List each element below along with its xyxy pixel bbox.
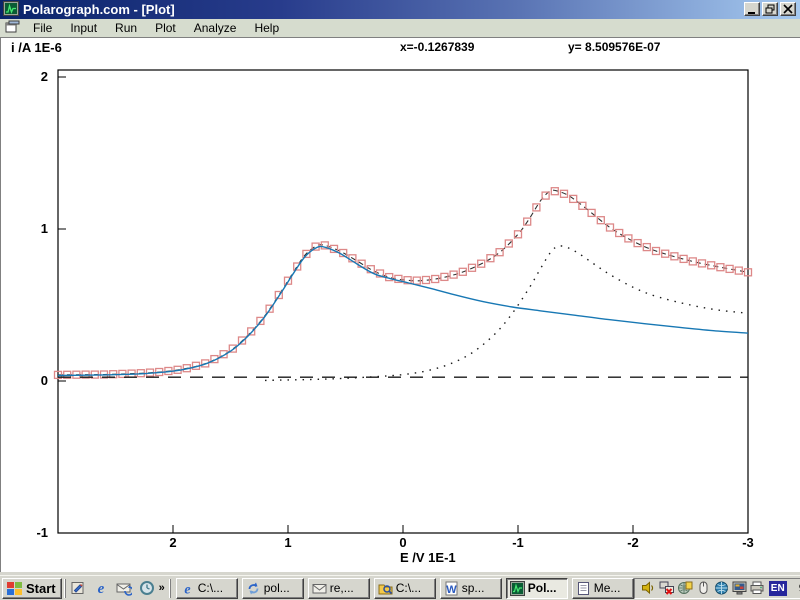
- sync-icon: [246, 581, 261, 596]
- task-button-5-active[interactable]: Pol...: [506, 578, 568, 599]
- menu-item-help[interactable]: Help: [245, 19, 288, 37]
- minimize-button[interactable]: [744, 2, 760, 16]
- mail-icon: [312, 581, 327, 596]
- menu-item-run[interactable]: Run: [106, 19, 146, 37]
- window-controls: [744, 2, 796, 16]
- menu-items: FileInputRunPlotAnalyzeHelp: [24, 19, 288, 37]
- menu-item-analyze[interactable]: Analyze: [185, 19, 246, 37]
- taskbar-grip[interactable]: [64, 579, 66, 598]
- x-tick-label: -3: [742, 535, 754, 550]
- task-button-3[interactable]: C:\...: [374, 578, 436, 599]
- start-button[interactable]: Start: [2, 578, 62, 599]
- x-tick-label: -2: [627, 535, 639, 550]
- y-tick-label: 2: [41, 69, 48, 84]
- mdi-child-icon[interactable]: [5, 20, 20, 36]
- task-button-label: pol...: [264, 581, 290, 595]
- taskbar: Start e » e C:\... pol... re,... C:\... Wsp..…: [0, 575, 800, 600]
- menu-item-plot[interactable]: Plot: [146, 19, 185, 37]
- ie-icon: e: [180, 581, 195, 596]
- task-button-2[interactable]: re,...: [308, 578, 370, 599]
- plot-series: [55, 188, 752, 381]
- plot-canvas[interactable]: i /A 1E-6 E /V 1E-1 2 1 0 -1 -2 -3 2 1 0 -1: [1, 38, 800, 572]
- quick-launch-overflow-chevron[interactable]: »: [157, 582, 167, 594]
- task-button-1[interactable]: pol...: [242, 578, 304, 599]
- tray-volume-icon[interactable]: [641, 580, 657, 596]
- word-icon: W: [444, 581, 459, 596]
- y-axis-title: i /A 1E-6: [11, 40, 62, 55]
- close-button[interactable]: [780, 2, 796, 16]
- polarograph-icon: [510, 581, 525, 596]
- tray-icons: [641, 580, 765, 596]
- task-button-label: re,...: [330, 581, 354, 595]
- task-button-label: sp...: [462, 581, 485, 595]
- plot-client-area: x=-0.1267839 y= 8.509576E-07 i /A 1E-6 E…: [0, 38, 800, 572]
- task-button-label: Me...: [594, 581, 621, 595]
- y-tick-label: 0: [41, 373, 48, 388]
- menu-bar: FileInputRunPlotAnalyzeHelp: [0, 19, 800, 38]
- series-wave2-component: [265, 246, 748, 380]
- tray-printer-icon[interactable]: [749, 580, 765, 596]
- quicklaunch-show-desktop-icon[interactable]: [68, 578, 88, 598]
- quicklaunch-internet-explorer-icon[interactable]: e: [91, 578, 111, 598]
- svg-text:e: e: [184, 582, 190, 596]
- x-tick-label: 2: [169, 535, 176, 550]
- tray-globe-icon[interactable]: [713, 580, 729, 596]
- svg-text:W: W: [446, 584, 457, 596]
- language-indicator[interactable]: EN: [769, 581, 787, 596]
- quicklaunch-quicktime-icon[interactable]: [137, 578, 157, 598]
- notepad-icon: [576, 581, 591, 596]
- series-measured-total-fit-markers: [55, 188, 752, 379]
- task-button-label: Pol...: [528, 581, 557, 595]
- quicklaunch-outlook-express-icon[interactable]: [114, 578, 134, 598]
- task-buttons: e C:\... pol... re,... C:\... Wsp... Pol... Me.…: [176, 578, 634, 599]
- task-button-4[interactable]: Wsp...: [440, 578, 502, 599]
- task-button-0[interactable]: e C:\...: [176, 578, 238, 599]
- tray-web-doc-icon[interactable]: [677, 580, 693, 596]
- x-tick-label: 1: [284, 535, 291, 550]
- menu-item-input[interactable]: Input: [61, 19, 106, 37]
- task-button-label: C:\...: [198, 581, 223, 595]
- start-label: Start: [26, 581, 56, 596]
- taskbar-grip-2[interactable]: [169, 579, 171, 598]
- title-bar: Polarograph.com - [Plot]: [0, 0, 800, 19]
- taskbar-clock[interactable]: 9:28 AM: [791, 581, 800, 595]
- series-measured-total-fit-line: [58, 190, 748, 375]
- menu-item-file[interactable]: File: [24, 19, 61, 37]
- y-tick-label: 1: [41, 221, 48, 236]
- x-axis-title: E /V 1E-1: [400, 550, 456, 565]
- x-tick-label: -1: [512, 535, 524, 550]
- series-wave1-component: [58, 246, 748, 375]
- restore-button[interactable]: [762, 2, 778, 16]
- tray-network-offline-icon[interactable]: [659, 580, 675, 596]
- find-icon: [378, 581, 393, 596]
- svg-text:e: e: [97, 581, 104, 596]
- task-button-label: C:\...: [396, 581, 421, 595]
- app-window: Polarograph.com - [Plot] FileInputRunPlo…: [0, 0, 800, 600]
- tray-mouse-icon[interactable]: [695, 580, 711, 596]
- window-title: Polarograph.com - [Plot]: [23, 2, 175, 17]
- system-tray: EN 9:28 AM: [634, 578, 800, 599]
- app-icon: [3, 1, 19, 19]
- quick-launch-bar: e: [68, 578, 157, 598]
- plot-frame: 2 1 0 -1 -2 -3 2 1 0 -1: [36, 69, 753, 550]
- x-tick-label: 0: [399, 535, 406, 550]
- windows-logo-icon: [6, 581, 23, 596]
- tray-display-icon[interactable]: [731, 580, 747, 596]
- y-tick-label: -1: [36, 525, 48, 540]
- task-button-6[interactable]: Me...: [572, 578, 634, 599]
